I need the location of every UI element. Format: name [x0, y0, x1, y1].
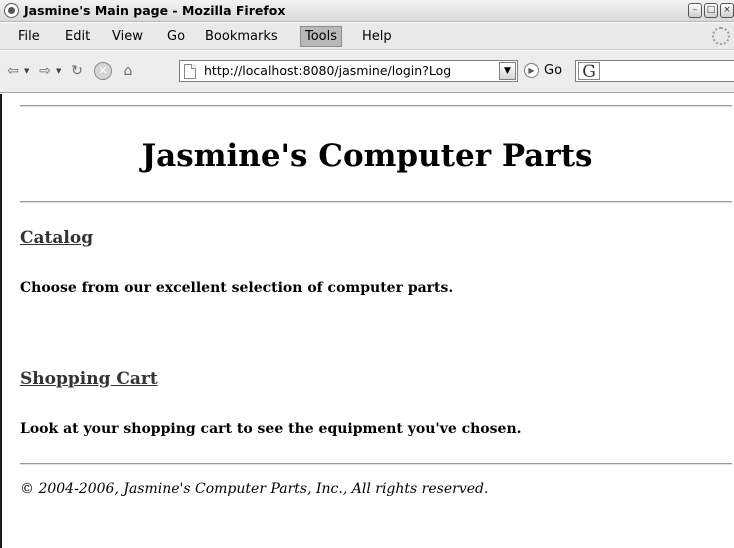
back-arrow-icon[interactable]: ⇦ — [4, 62, 22, 80]
menu-bar: File Edit View Go Bookmarks Tools Help — [0, 23, 734, 50]
menu-bookmarks[interactable]: Bookmarks — [201, 26, 282, 47]
forward-dropdown-icon[interactable]: ▼ — [56, 62, 64, 80]
window-title: Jasmine's Main page - Mozilla Firefox — [24, 3, 286, 18]
footer-divider — [20, 463, 732, 465]
address-bar[interactable]: http://localhost:8080/jasmine/login?Log … — [179, 60, 518, 82]
menu-view[interactable]: View — [108, 26, 147, 47]
forward-arrow-icon[interactable]: ⇨ — [36, 62, 54, 80]
menu-go[interactable]: Go — [163, 26, 189, 47]
navigation-toolbar: ⇦ ▼ ⇨ ▼ ↻ ✕ ⌂ http://localhost:8080/jasm… — [0, 51, 734, 93]
page-title: Jasmine's Computer Parts — [141, 138, 593, 174]
back-dropdown-icon[interactable]: ▼ — [24, 62, 32, 80]
top-divider — [20, 105, 732, 107]
reload-icon[interactable]: ↻ — [68, 62, 86, 80]
close-button[interactable]: × — [720, 3, 734, 18]
home-icon[interactable]: ⌂ — [119, 62, 137, 80]
url-dropdown-button[interactable]: ▼ — [499, 62, 516, 80]
title-divider — [20, 201, 732, 203]
search-box[interactable]: G — [575, 60, 734, 82]
window-controls: – □ × — [688, 3, 734, 18]
catalog-description: Choose from our excellent selection of c… — [20, 280, 454, 296]
go-button-label[interactable]: Go — [544, 62, 562, 80]
catalog-link[interactable]: Catalog — [20, 228, 93, 248]
stop-icon[interactable]: ✕ — [94, 62, 112, 80]
page-icon — [184, 64, 196, 79]
search-engine-icon[interactable]: G — [578, 62, 600, 81]
firefox-icon — [4, 3, 19, 18]
maximize-button[interactable]: □ — [704, 3, 718, 18]
menu-file[interactable]: File — [14, 26, 44, 47]
shopping-cart-link[interactable]: Shopping Cart — [20, 369, 158, 389]
window-titlebar: Jasmine's Main page - Mozilla Firefox – … — [0, 0, 734, 22]
shopping-cart-description: Look at your shopping cart to see the eq… — [20, 421, 522, 437]
go-icon[interactable]: ▶ — [524, 63, 539, 78]
url-text[interactable]: http://localhost:8080/jasmine/login?Log — [204, 63, 494, 79]
copyright-footer: © 2004-2006, Jasmine's Computer Parts, I… — [20, 481, 489, 497]
menu-edit[interactable]: Edit — [61, 26, 94, 47]
menu-help[interactable]: Help — [358, 26, 396, 47]
minimize-button[interactable]: – — [688, 3, 702, 18]
menu-tools[interactable]: Tools — [300, 26, 343, 47]
throbber-icon — [712, 27, 730, 45]
